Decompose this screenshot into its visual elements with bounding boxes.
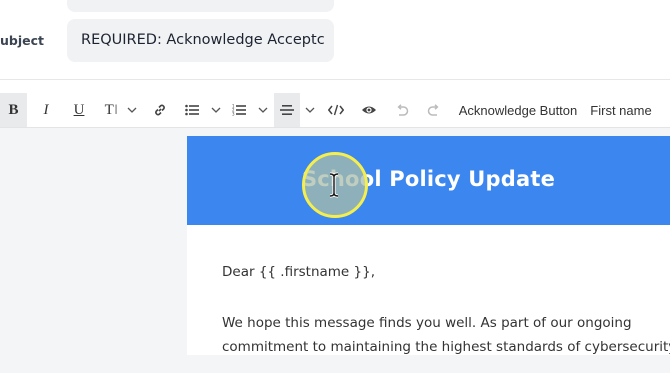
- email-banner: School Policy Update: [187, 136, 670, 225]
- svg-text:3: 3: [232, 112, 235, 117]
- subject-label: ubject: [0, 33, 44, 48]
- email-body-line: commitment to maintaining the highest st…: [222, 339, 670, 355]
- align-dropdown[interactable]: [300, 93, 320, 127]
- underline-glyph: U: [73, 101, 85, 118]
- bullet-list-icon: [185, 104, 199, 116]
- underline-button[interactable]: U: [66, 93, 92, 127]
- numbered-list-icon: 1 2 3: [232, 104, 246, 116]
- previous-field[interactable]: [67, 0, 334, 12]
- bold-glyph: B: [8, 101, 19, 118]
- text-size-dropdown[interactable]: T |: [100, 93, 142, 127]
- chevron-down-icon: [127, 107, 137, 113]
- acknowledge-button-label: Acknowledge Button: [458, 102, 578, 118]
- link-button[interactable]: [149, 93, 171, 127]
- undo-icon: [397, 103, 409, 116]
- first-name-insert[interactable]: First name: [587, 93, 655, 127]
- email-body-line: We hope this message finds you well. As …: [222, 315, 632, 331]
- italic-button[interactable]: I: [33, 93, 59, 127]
- text-size-mark: |: [114, 103, 118, 115]
- first-name-label: First name: [590, 102, 652, 118]
- bullet-list-dropdown[interactable]: [183, 93, 223, 127]
- acknowledge-button-insert[interactable]: Acknowledge Button: [455, 93, 581, 127]
- preview-button[interactable]: [357, 93, 381, 127]
- undo-button[interactable]: [391, 93, 413, 127]
- divider: [0, 79, 670, 80]
- redo-button[interactable]: [423, 93, 445, 127]
- chevron-down-icon: [211, 107, 221, 113]
- email-body[interactable]: School Policy Update Dear {{ .firstname …: [187, 136, 670, 356]
- code-icon: [328, 104, 344, 116]
- align-button[interactable]: [274, 93, 300, 127]
- code-button[interactable]: [324, 93, 348, 127]
- chevron-down-icon: [305, 107, 315, 113]
- align-center-icon: [280, 105, 294, 115]
- eye-icon: [362, 106, 376, 114]
- link-icon: [155, 104, 165, 116]
- email-greeting: Dear {{ .firstname }},: [222, 264, 376, 280]
- numbered-list-dropdown[interactable]: 1 2 3: [230, 93, 270, 127]
- editor-toolbar: B I U T | 1 2 3 Acknowledge Button First…: [0, 93, 670, 128]
- bottom-bar: [0, 355, 670, 373]
- chevron-down-icon: [258, 107, 268, 113]
- text-size-glyph: T: [104, 101, 114, 118]
- italic-glyph: I: [43, 101, 49, 118]
- redo-icon: [427, 103, 439, 116]
- banner-title: School Policy Update: [301, 167, 556, 191]
- subject-input[interactable]: REQUIRED: Acknowledge Acceptc: [67, 19, 334, 62]
- text-cursor-icon: [329, 172, 339, 198]
- bold-button[interactable]: B: [0, 93, 27, 127]
